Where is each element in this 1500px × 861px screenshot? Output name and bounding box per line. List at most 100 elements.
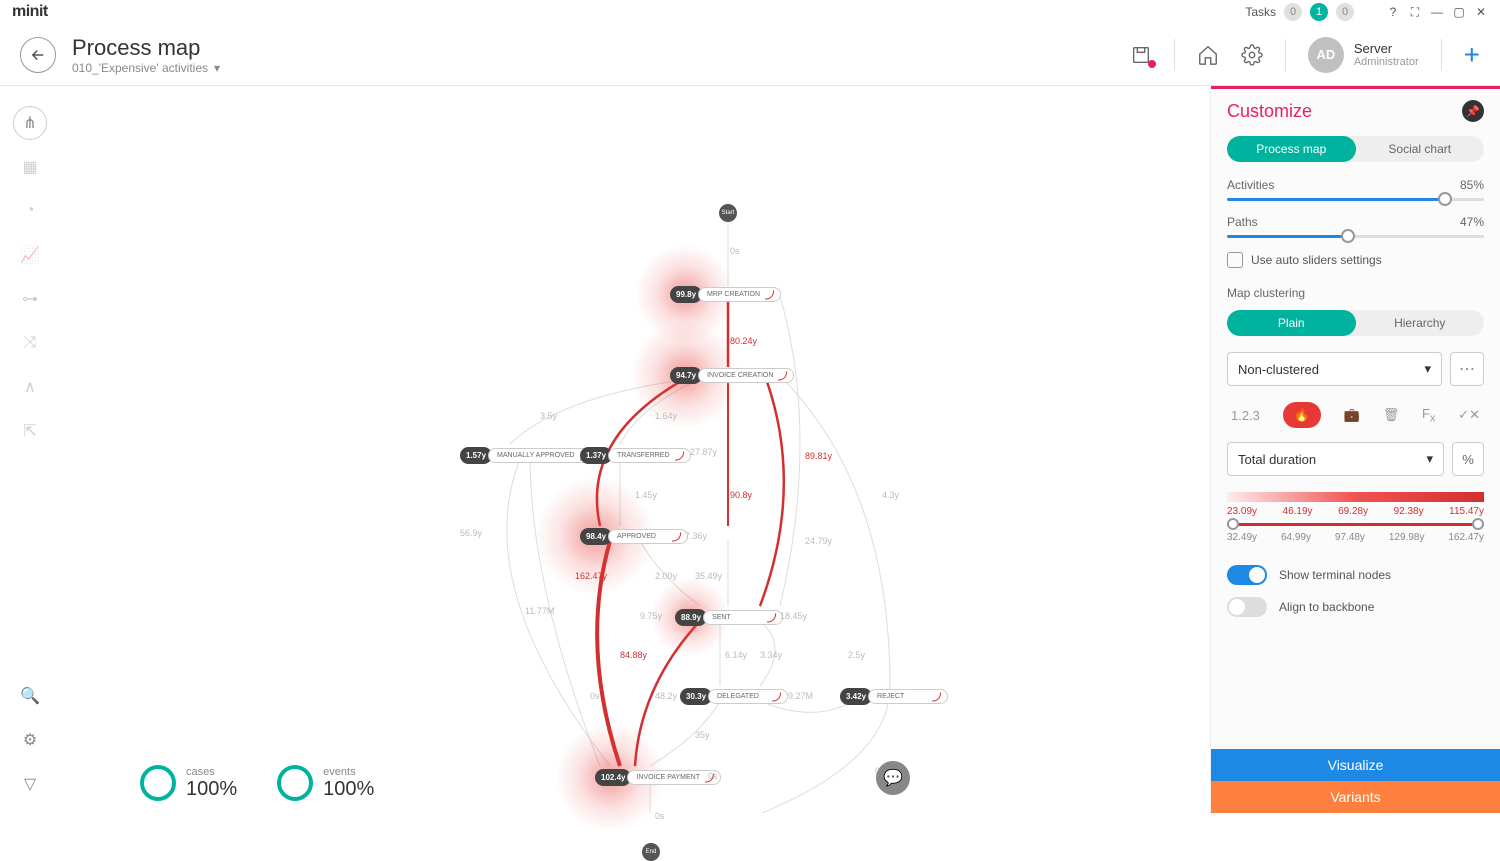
- home-icon[interactable]: [1197, 44, 1219, 66]
- minimize-icon[interactable]: —: [1430, 5, 1444, 19]
- mode-trash-icon[interactable]: 🗑: [1383, 407, 1400, 423]
- user-role: Administrator: [1354, 56, 1419, 68]
- node-del[interactable]: 30.3yDELEGATED: [680, 688, 788, 705]
- edge-label: 2.5y: [848, 650, 865, 660]
- tab-process-map[interactable]: Process map: [1227, 136, 1356, 162]
- node-rej[interactable]: 3.42yREJECT: [840, 688, 948, 705]
- node-inv[interactable]: 94.7yINVOICE CREATION: [670, 367, 794, 384]
- process-map-canvas[interactable]: Start End 99.8yMRP CREATION94.7yINVOICE …: [60, 86, 1210, 813]
- tab-hierarchy[interactable]: Hierarchy: [1356, 310, 1485, 336]
- gradient-range[interactable]: [1227, 523, 1484, 526]
- paths-label: Paths: [1227, 215, 1258, 229]
- edge-label: 48.2y: [655, 691, 677, 701]
- tasks-badge-1[interactable]: 0: [1284, 3, 1302, 21]
- edge-label: 7.36y: [685, 531, 707, 541]
- edge-label: 4.3y: [882, 490, 899, 500]
- page-title: Process map: [72, 35, 220, 61]
- cluster-select[interactable]: Non-clustered▾: [1227, 352, 1442, 386]
- chat-icon[interactable]: 💬: [876, 761, 910, 795]
- paths-value: 47%: [1460, 215, 1484, 229]
- edge-label: 3.5y: [540, 411, 557, 421]
- back-button[interactable]: [20, 37, 56, 73]
- tab-social-chart[interactable]: Social chart: [1356, 136, 1485, 162]
- app-logo: minit: [12, 3, 48, 21]
- tasks-label: Tasks: [1245, 5, 1276, 19]
- edge-label: 0s: [730, 246, 740, 256]
- tasks-badge-2[interactable]: 1: [1310, 3, 1328, 21]
- activities-label: Activities: [1227, 178, 1274, 192]
- filter-icon[interactable]: ▽: [13, 767, 47, 801]
- edge-label: 162.47y: [575, 571, 607, 581]
- edge-label: 0s: [708, 771, 718, 781]
- edge-label: 6.14y: [725, 650, 747, 660]
- activities-slider[interactable]: [1227, 198, 1484, 201]
- tool-caret-icon[interactable]: ∧: [13, 370, 47, 404]
- events-ring-icon: [277, 765, 313, 801]
- tool-chart-icon[interactable]: 📈: [13, 238, 47, 272]
- cases-stat: cases100%: [140, 765, 237, 801]
- edge-label: 35.49y: [695, 571, 722, 581]
- metric-select[interactable]: Total duration▾: [1227, 442, 1444, 476]
- node-pay[interactable]: 102.4yINVOICE PAYMENT: [595, 769, 721, 786]
- pin-icon[interactable]: 📌: [1462, 100, 1484, 122]
- paths-slider[interactable]: [1227, 235, 1484, 238]
- chevron-down-icon: ▾: [1426, 451, 1433, 467]
- checkbox-icon: [1227, 252, 1243, 268]
- subtitle-text[interactable]: 010_'Expensive' activities: [72, 61, 208, 75]
- close-icon[interactable]: ✕: [1474, 5, 1488, 19]
- clustering-label: Map clustering: [1227, 286, 1484, 300]
- variants-button[interactable]: Variants: [1211, 781, 1500, 813]
- tool-shuffle-icon[interactable]: ⤨: [13, 326, 47, 360]
- node-app[interactable]: 98.4yAPPROVED: [580, 528, 688, 545]
- save-icon[interactable]: [1130, 44, 1152, 66]
- edge-label: 2.00y: [655, 571, 677, 581]
- edge-label: 3.34y: [760, 650, 782, 660]
- edge-label: 11.77M: [525, 606, 554, 616]
- auto-sliders-checkbox[interactable]: Use auto sliders settings: [1227, 252, 1484, 268]
- tool-network-icon[interactable]: ⊶: [13, 282, 47, 316]
- cluster-options-button[interactable]: ⋯: [1450, 352, 1484, 386]
- node-man[interactable]: 1.57yMANUALLY APPROVED: [460, 447, 596, 464]
- help-icon[interactable]: ?: [1386, 5, 1400, 19]
- tool-image-icon[interactable]: ▦: [13, 150, 47, 184]
- end-node[interactable]: End: [642, 843, 660, 861]
- visualize-button[interactable]: Visualize: [1211, 749, 1500, 781]
- edge-label: 27.87y: [690, 447, 717, 457]
- start-node[interactable]: Start: [719, 204, 737, 222]
- user-block[interactable]: AD Server Administrator: [1308, 37, 1419, 73]
- activities-value: 85%: [1460, 178, 1484, 192]
- show-terminal-toggle[interactable]: [1227, 565, 1267, 585]
- mode-fx-icon[interactable]: Fx: [1422, 406, 1435, 425]
- mode-flame-icon[interactable]: 🔥: [1283, 402, 1321, 428]
- add-button[interactable]: +: [1464, 39, 1480, 71]
- tool-pie-icon[interactable]: ◔: [13, 194, 47, 228]
- edge-label: 80.24y: [730, 336, 757, 346]
- tool-hierarchy-icon[interactable]: ⋔: [13, 106, 47, 140]
- node-mrp[interactable]: 99.8yMRP CREATION: [670, 286, 781, 303]
- node-sent[interactable]: 88.9ySENT: [675, 609, 783, 626]
- tab-plain[interactable]: Plain: [1227, 310, 1356, 336]
- subtitle-caret-icon[interactable]: ▾: [214, 61, 220, 75]
- mode-numbers[interactable]: 1.2.3: [1231, 408, 1260, 423]
- edge-label: 9.75y: [640, 611, 662, 621]
- node-tra[interactable]: 1.37yTRANSFERRED: [580, 447, 691, 464]
- maximize-icon[interactable]: ▢: [1452, 5, 1466, 19]
- search-icon[interactable]: 🔍: [13, 679, 47, 713]
- align-backbone-toggle[interactable]: [1227, 597, 1267, 617]
- edge-label: 89.81y: [805, 451, 832, 461]
- gear-icon[interactable]: ⚙: [13, 723, 47, 757]
- mode-check-x-icon[interactable]: ✓✕: [1458, 407, 1480, 423]
- settings-icon[interactable]: [1241, 44, 1263, 66]
- edge-label: 56.9y: [460, 528, 482, 538]
- edge-label: 24.79y: [805, 536, 832, 546]
- gradient-bar: [1227, 492, 1484, 502]
- tasks-badge-3[interactable]: 0: [1336, 3, 1354, 21]
- mode-briefcase-icon[interactable]: 💼: [1344, 407, 1360, 423]
- percent-toggle[interactable]: %: [1452, 442, 1484, 476]
- avatar: AD: [1308, 37, 1344, 73]
- tool-export-icon[interactable]: ⇱: [13, 414, 47, 448]
- user-name: Server: [1354, 41, 1419, 56]
- show-terminal-label: Show terminal nodes: [1279, 568, 1391, 582]
- events-stat: events100%: [277, 765, 374, 801]
- fullscreen-icon[interactable]: ⛶: [1408, 5, 1422, 19]
